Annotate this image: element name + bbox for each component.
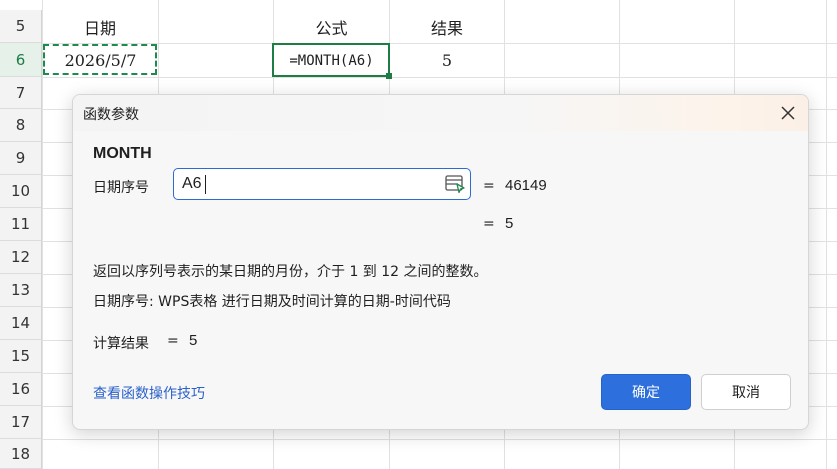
calc-result-equals: = — [167, 333, 179, 349]
cell-result-header[interactable]: 结果 — [390, 10, 504, 43]
row-header[interactable]: 8 — [0, 109, 42, 142]
function-name: MONTH — [93, 145, 152, 162]
row-header-active[interactable]: 6 — [0, 43, 42, 77]
row-header[interactable]: 13 — [0, 274, 42, 307]
row-header[interactable]: 9 — [0, 142, 42, 175]
cancel-button[interactable]: 取消 — [701, 374, 791, 410]
row-header[interactable]: 5 — [0, 10, 42, 43]
row-header[interactable]: 15 — [0, 340, 42, 373]
dialog-title: 函数参数 — [83, 107, 139, 123]
row-header[interactable]: 10 — [0, 175, 42, 208]
argument-evaluated: 46149 — [505, 177, 547, 194]
function-arguments-dialog: 函数参数 MONTH 日期序号 A6 = 46149 = 5 返回以序列号表示的… — [72, 94, 809, 430]
row-header[interactable]: 7 — [0, 77, 42, 109]
argument-help-text: 日期序号: WPS表格 进行日期及时间计算的日期-时间代码 — [93, 294, 451, 310]
column-divider — [826, 0, 827, 469]
cell-formula[interactable]: =MONTH(A6) — [274, 44, 389, 77]
row-divider — [42, 439, 837, 440]
calc-result-label: 计算结果 — [93, 336, 149, 352]
range-select-icon — [445, 175, 465, 194]
text-caret — [205, 175, 206, 194]
cell-date-header[interactable]: 日期 — [43, 10, 158, 43]
row-header[interactable]: 16 — [0, 373, 42, 406]
cell-result[interactable]: 5 — [390, 44, 504, 77]
function-description: 返回以序列号表示的某日期的月份，介于 1 到 12 之间的整数。 — [93, 264, 488, 280]
calc-result-value: 5 — [189, 332, 198, 349]
argument-label: 日期序号 — [93, 180, 149, 196]
row-header[interactable]: 14 — [0, 307, 42, 340]
cell-date-value[interactable]: 2026/5/7 — [43, 44, 158, 77]
close-icon — [781, 106, 795, 120]
row-header[interactable]: 12 — [0, 241, 42, 274]
argument-equals: = — [483, 178, 495, 194]
argument-input[interactable]: A6 — [173, 168, 471, 200]
close-button[interactable] — [774, 99, 802, 127]
function-tips-link[interactable]: 查看函数操作技巧 — [93, 383, 205, 403]
range-select-button[interactable] — [444, 174, 466, 194]
ok-button[interactable]: 确定 — [601, 374, 691, 410]
dialog-title-bar[interactable]: 函数参数 — [73, 95, 808, 131]
cell-formula-header[interactable]: 公式 — [274, 10, 389, 43]
row-header[interactable]: 18 — [0, 439, 42, 469]
row-header[interactable]: 17 — [0, 406, 42, 439]
preview-equals: = — [483, 216, 495, 232]
row-header[interactable]: 11 — [0, 208, 42, 241]
argument-input-value: A6 — [182, 175, 202, 192]
preview-result: 5 — [505, 215, 514, 232]
row-divider — [42, 77, 837, 78]
